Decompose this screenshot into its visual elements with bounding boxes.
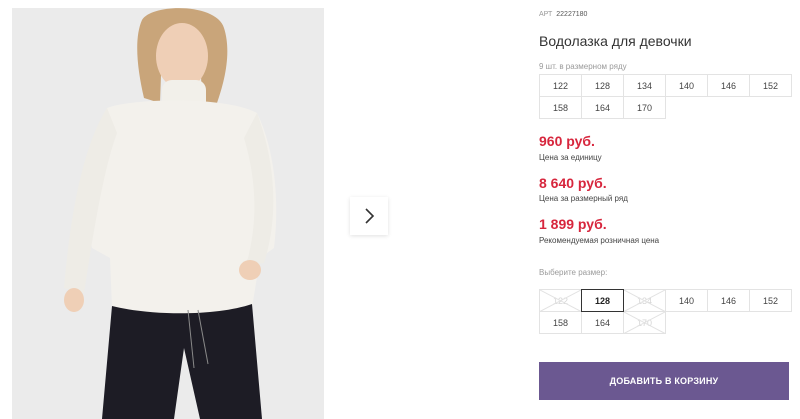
size-option-152[interactable]: 152 (749, 289, 792, 312)
product-image-gallery (12, 8, 324, 419)
size-option-label: 128 (594, 295, 611, 306)
size-range-cell: 170 (623, 96, 666, 119)
size-option-146[interactable]: 146 (707, 289, 750, 312)
size-option-134: 134 (623, 289, 666, 312)
add-to-cart-button[interactable]: ДОБАВИТЬ В КОРЗИНУ (539, 362, 789, 400)
size-selector: 122 128 134 140 146 152 158 164 170 (539, 289, 792, 334)
unavailable-cross-icon (624, 290, 665, 312)
retail-price-label: Рекомендуемая розничная цена (539, 236, 660, 245)
size-range-cell: 134 (623, 74, 666, 97)
size-range-cell: 164 (581, 96, 624, 119)
size-range-cell: 146 (707, 74, 750, 97)
unavailable-cross-icon (540, 290, 581, 312)
product-title: Водолазка для девочки (539, 33, 692, 49)
size-option-128[interactable]: 128 (581, 289, 624, 312)
sku-label: АРТ (539, 11, 553, 18)
retail-price: 1 899 руб. (539, 216, 607, 232)
size-option-164[interactable]: 164 (581, 311, 624, 334)
size-option-158[interactable]: 158 (539, 311, 582, 334)
size-option-label: 158 (552, 317, 569, 328)
size-option-label: 152 (762, 295, 779, 306)
unit-price-label: Цена за единицу (539, 153, 602, 162)
size-range-label: 9 шт. в размерном ряду (539, 62, 627, 71)
chevron-right-icon (365, 208, 375, 224)
size-range-grid: 122 128 134 140 146 152 158 164 170 (539, 74, 792, 119)
range-price: 8 640 руб. (539, 175, 607, 191)
size-option-170: 170 (623, 311, 666, 334)
choose-size-label: Выберите размер: (539, 268, 608, 277)
size-range-cell: 122 (539, 74, 582, 97)
size-range-cell: 128 (581, 74, 624, 97)
size-range-cell: 152 (749, 74, 792, 97)
gallery-next-button[interactable] (350, 197, 388, 235)
sku-line: АРТ 22227180 (539, 11, 587, 18)
size-option-122: 122 (539, 289, 582, 312)
size-option-label: 146 (720, 295, 737, 306)
range-price-label: Цена за размерный ряд (539, 194, 628, 203)
size-range-cell: 140 (665, 74, 708, 97)
size-option-label: 164 (594, 317, 611, 328)
size-option-label: 140 (678, 295, 695, 306)
sku-value: 22227180 (556, 11, 588, 18)
unavailable-cross-icon (624, 312, 665, 334)
size-option-140[interactable]: 140 (665, 289, 708, 312)
size-range-cell: 158 (539, 96, 582, 119)
unit-price: 960 руб. (539, 133, 595, 149)
product-photo (12, 8, 324, 419)
